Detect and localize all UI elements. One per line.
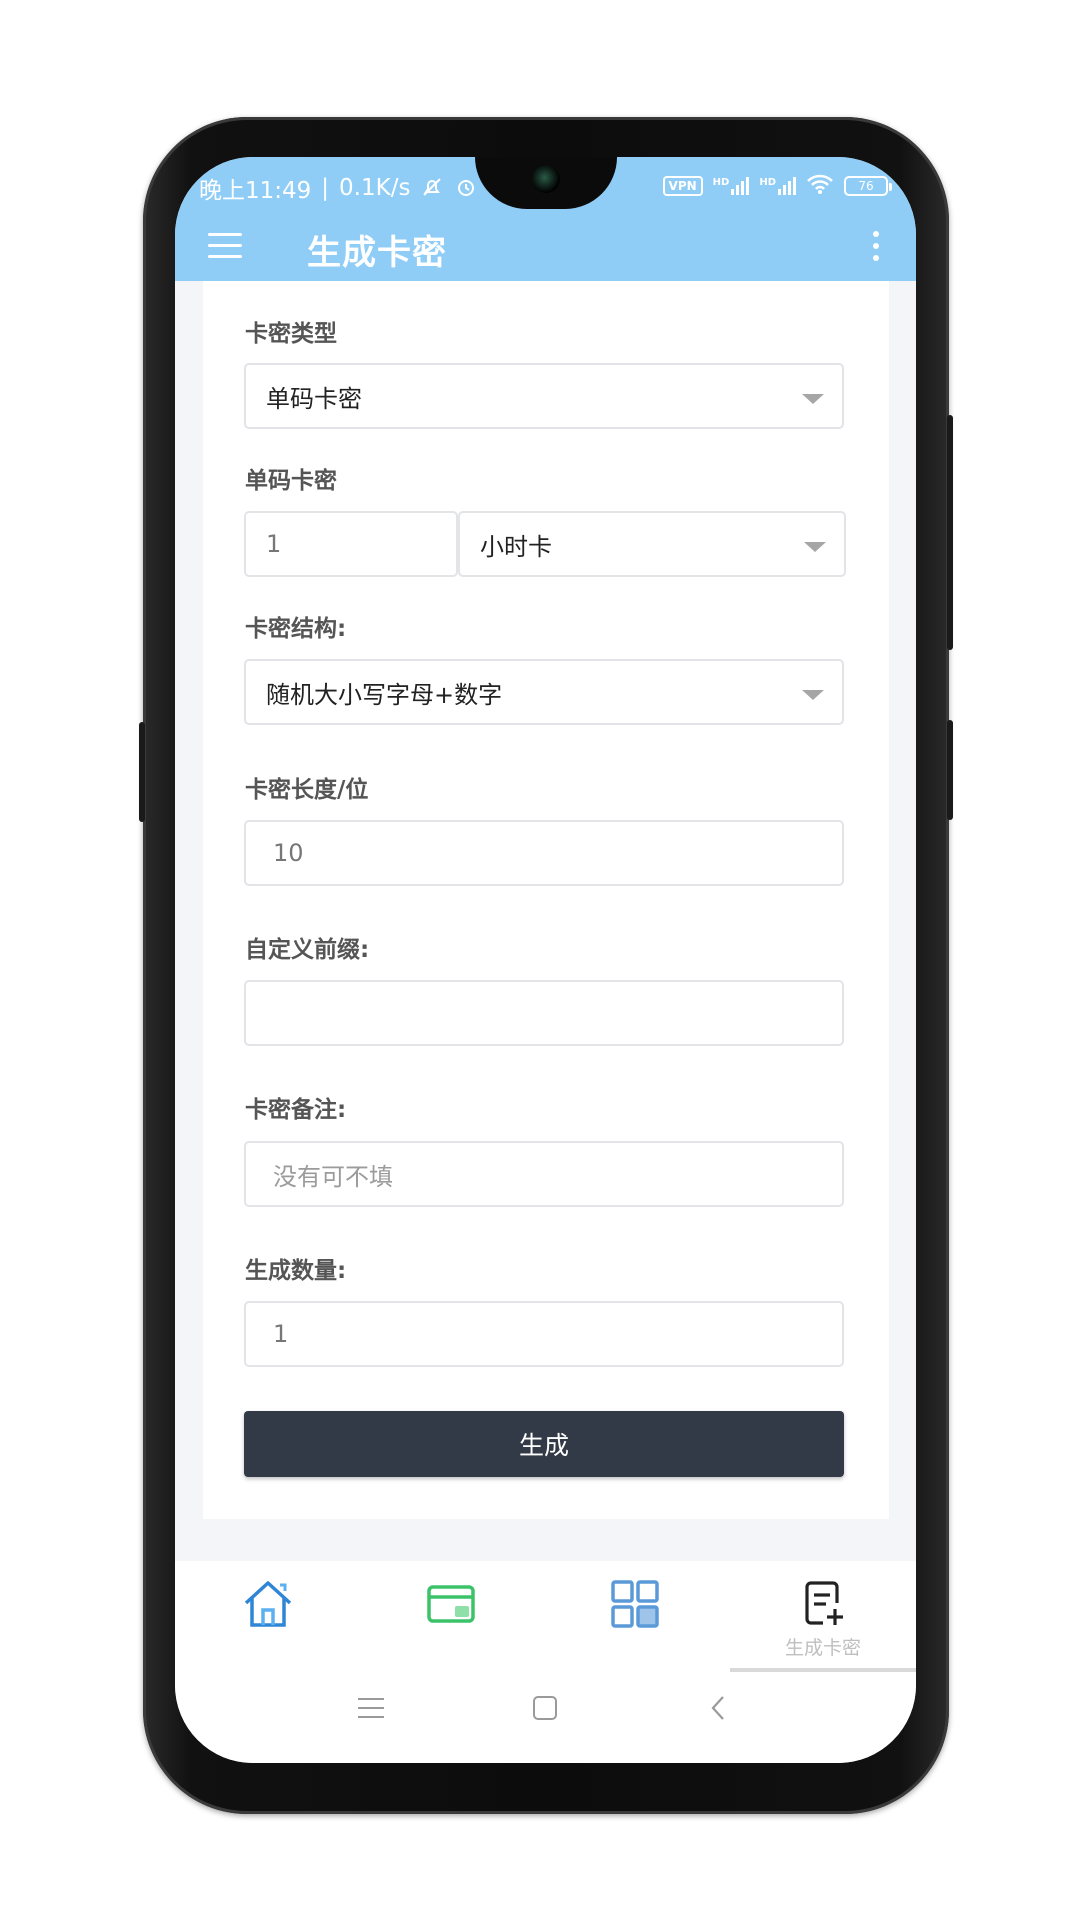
grid-icon — [611, 1580, 659, 1628]
status-bar-left: 晚上11:49 | 0.1K/s — [199, 171, 512, 205]
vpn-badge: VPN — [662, 175, 703, 196]
chevron-down-icon — [804, 542, 826, 552]
note-input[interactable]: 没有可不填 — [244, 1141, 844, 1207]
single-code-unit-select[interactable]: 小时卡 — [458, 511, 846, 577]
active-tab-indicator — [730, 1668, 916, 1672]
length-input[interactable]: 10 — [244, 820, 844, 886]
back-icon[interactable] — [711, 1695, 725, 1721]
system-navigation-bar — [175, 1677, 916, 1763]
single-code-quantity-value: 1 — [266, 530, 282, 558]
home-icon — [244, 1581, 292, 1627]
note-label: 卡密备注: — [245, 1097, 347, 1123]
card-type-select[interactable]: 单码卡密 — [244, 363, 844, 429]
mute-icon — [420, 175, 444, 202]
front-camera — [532, 165, 560, 193]
chevron-down-icon — [802, 394, 824, 404]
single-code-unit-value: 小时卡 — [480, 532, 552, 561]
home-button-icon[interactable] — [533, 1696, 557, 1720]
wifi-icon — [806, 173, 834, 198]
nav-generate-label: 生成卡密 — [784, 1637, 861, 1659]
more-options-icon[interactable] — [870, 229, 880, 263]
generate-button[interactable]: 生成 — [244, 1411, 844, 1477]
battery-level: 76 — [858, 178, 874, 193]
status-speed: 0.1K/s — [339, 175, 411, 201]
left-side-button — [139, 722, 145, 822]
card-type-value: 单码卡密 — [266, 384, 362, 413]
alarm-icon — [454, 175, 478, 202]
status-time: 晚上11:49 — [199, 178, 312, 204]
prefix-input[interactable] — [244, 980, 844, 1046]
card-icon — [427, 1585, 475, 1623]
single-code-label: 单码卡密 — [245, 468, 337, 494]
prefix-label: 自定义前缀: — [245, 937, 370, 963]
page-title: 生成卡密 — [307, 233, 447, 273]
power-button — [947, 720, 953, 820]
note-add-icon — [805, 1581, 843, 1625]
structure-value: 随机大小写字母+数字 — [266, 680, 503, 709]
single-code-quantity-input[interactable]: 1 — [244, 511, 458, 577]
note-placeholder: 没有可不填 — [273, 1162, 393, 1191]
signal-1-icon: HD — [713, 176, 750, 195]
phone-screen: 晚上11:49 | 0.1K/s VPN HD HD 76 生成卡密 卡密类型 … — [175, 157, 916, 1763]
app-header: 晚上11:49 | 0.1K/s VPN HD HD 76 生成卡密 — [175, 157, 916, 281]
nav-home[interactable] — [218, 1579, 318, 1669]
volume-up-button — [947, 415, 953, 650]
recent-apps-icon[interactable] — [358, 1698, 384, 1718]
nav-apps[interactable] — [585, 1579, 685, 1669]
status-bar-right: VPN HD HD 76 — [662, 173, 892, 198]
length-label: 卡密长度/位 — [245, 777, 369, 803]
chevron-down-icon — [802, 690, 824, 700]
nav-generate[interactable]: 生成卡密 — [773, 1579, 873, 1669]
structure-select[interactable]: 随机大小写字母+数字 — [244, 659, 844, 725]
count-input[interactable]: 1 — [244, 1301, 844, 1367]
status-separator: | — [321, 175, 330, 201]
card-type-label: 卡密类型 — [245, 321, 337, 347]
hamburger-menu-icon[interactable] — [208, 233, 242, 259]
count-label: 生成数量: — [245, 1258, 347, 1284]
signal-2-icon: HD — [759, 176, 796, 195]
structure-label: 卡密结构: — [245, 616, 347, 642]
bottom-navigation: 生成卡密 — [175, 1561, 916, 1677]
length-value: 10 — [273, 839, 304, 867]
nav-card[interactable] — [401, 1579, 501, 1669]
count-value: 1 — [273, 1320, 289, 1348]
battery-icon: 76 — [844, 175, 892, 196]
